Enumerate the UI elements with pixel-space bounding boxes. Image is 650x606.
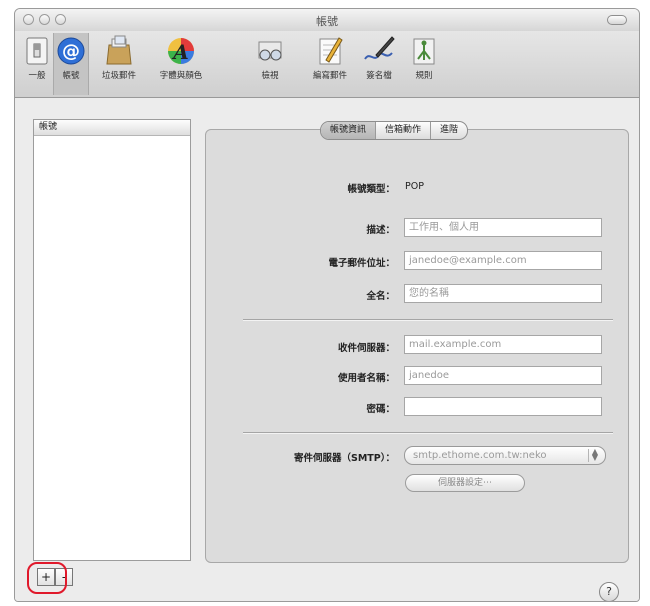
- accounts-pane: 帳號 帳號資訊 信箱動作 進階 帳號類型： POP 描述： 工作用、個人用 電子…: [15, 98, 639, 601]
- incoming-server-field[interactable]: mail.example.com: [404, 335, 602, 354]
- svg-text:@: @: [62, 41, 80, 62]
- toolbar-item-general[interactable]: 一般: [21, 33, 53, 81]
- add-button-highlight: [27, 562, 67, 594]
- tab-mailbox-behaviors[interactable]: 信箱動作: [375, 122, 430, 139]
- light-switch-icon: [26, 37, 48, 65]
- account-type-value: POP: [405, 181, 424, 192]
- user-name-field[interactable]: janedoe: [404, 366, 602, 385]
- toolbar-item-fonts-colors[interactable]: A 字體與顏色: [151, 33, 211, 81]
- user-name-label: 使用者名稱：: [337, 373, 395, 384]
- password-label: 密碼：: [366, 404, 395, 415]
- toolbar-item-accounts[interactable]: @ 帳號: [53, 33, 89, 95]
- full-name-label: 全名：: [366, 291, 395, 302]
- at-sign-icon: @: [57, 37, 85, 65]
- popup-arrows-icon: ▲ ▼: [588, 448, 601, 462]
- rules-icon: [413, 38, 435, 65]
- svg-text:A: A: [171, 40, 189, 64]
- viewing-glasses-icon: [258, 41, 282, 61]
- composing-pencil-icon: [319, 37, 343, 65]
- description-label: 描述：: [366, 225, 395, 236]
- full-name-field[interactable]: 您的名稱: [404, 284, 602, 303]
- window-title: 帳號: [316, 15, 338, 28]
- section-divider: [243, 319, 613, 320]
- tab-advanced[interactable]: 進階: [430, 122, 467, 139]
- password-field[interactable]: [404, 397, 602, 416]
- signature-pen-icon: [364, 36, 395, 60]
- account-type-label: 帳號類型：: [347, 184, 395, 195]
- smtp-server-popup[interactable]: smtp.ethome.com.tw:neko ▲ ▼: [404, 446, 606, 465]
- toolbar-item-junk-mail[interactable]: 垃圾郵件: [93, 33, 145, 81]
- accounts-list[interactable]: 帳號: [33, 119, 191, 561]
- server-settings-button[interactable]: 伺服器設定⋯: [405, 474, 525, 492]
- preferences-toolbar: 一般 @ 帳號 垃圾郵件 A 字體與顏色 檢視 編寫郵件 簽名檔 規則: [15, 31, 639, 98]
- help-button[interactable]: ?: [599, 582, 619, 601]
- preferences-window: 帳號 一般 @ 帳號 垃圾郵件 A 字體與顏色 檢視 編寫郵件 簽名檔 規則 帳…: [14, 8, 640, 602]
- toolbar-item-rules[interactable]: 規則: [407, 33, 441, 81]
- toolbar-item-composing[interactable]: 編寫郵件: [305, 33, 355, 81]
- description-field[interactable]: 工作用、個人用: [404, 218, 602, 237]
- fonts-colors-icon: A: [168, 38, 194, 64]
- toolbar-item-viewing[interactable]: 檢視: [253, 33, 287, 81]
- toolbar-toggle-button[interactable]: [607, 15, 627, 25]
- title-bar: 帳號: [15, 9, 639, 31]
- tab-account-information[interactable]: 帳號資訊: [321, 122, 376, 139]
- smtp-server-value: smtp.ethome.com.tw:neko: [413, 450, 547, 461]
- account-tabs: 帳號資訊 信箱動作 進階: [320, 121, 469, 140]
- section-divider: [243, 432, 613, 433]
- incoming-server-label: 收件伺服器：: [337, 343, 395, 354]
- email-address-label: 電子郵件位址：: [328, 258, 395, 269]
- junk-mail-bag-icon: [106, 35, 132, 65]
- email-address-field[interactable]: janedoe@example.com: [404, 251, 602, 270]
- smtp-server-label: 寄件伺服器（SMTP）：: [294, 453, 395, 464]
- accounts-list-header: 帳號: [34, 120, 190, 136]
- toolbar-item-signatures[interactable]: 簽名檔: [359, 33, 399, 81]
